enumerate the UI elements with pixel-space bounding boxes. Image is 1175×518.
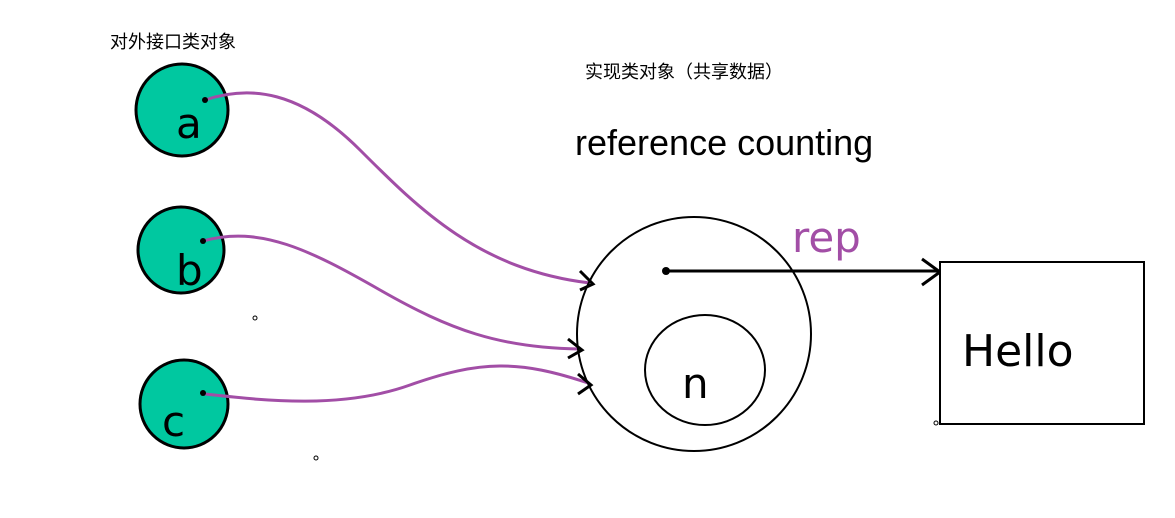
diagram-canvas: 对外接口类对象 实现类对象（共享数据） reference counting a… [0,0,1175,518]
curve-arrowheads [567,269,596,396]
stray-dot-3 [933,420,939,426]
dot-b [200,238,206,244]
dot-c [200,390,206,396]
node-c-label: c [162,397,185,446]
node-b-label: b [176,246,203,295]
external-objects-label: 对外接口类对象 [110,32,236,53]
diagram-svg: 对外接口类对象 实现类对象（共享数据） reference counting a… [110,32,1145,461]
node-a-label: a [176,99,202,148]
curve-a [204,91,591,285]
impl-object-circle [576,216,812,452]
refcount-n-label: n [682,359,709,408]
rep-label: rep [792,213,861,262]
reference-counting-label: reference counting [575,122,873,163]
hello-text: Hello [962,326,1074,377]
node-c: c [138,358,230,450]
node-b: b [136,205,226,295]
stray-dot-1 [252,315,258,321]
stray-dot-2 [313,455,319,461]
pointer-curves [202,91,591,403]
node-a: a [134,62,230,158]
dot-a [202,97,208,103]
curve-b [202,234,581,351]
curve-c [204,364,589,403]
impl-object-label: 实现类对象（共享数据） [585,62,783,83]
